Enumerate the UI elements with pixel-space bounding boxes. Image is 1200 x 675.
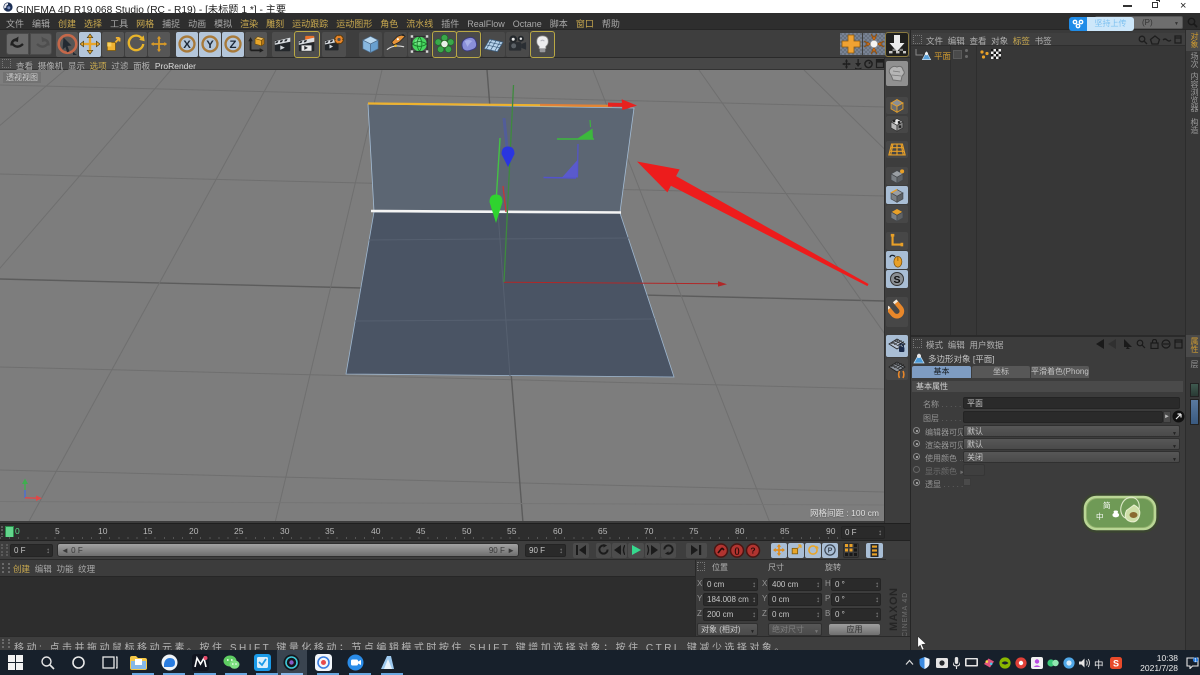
- svg-text:(): (): [734, 547, 740, 556]
- svg-text:Y: Y: [206, 39, 214, 51]
- svg-text:S: S: [1113, 659, 1119, 669]
- svg-text:CINEMA 4D: CINEMA 4D: [902, 592, 909, 637]
- svg-text:1: 1: [1194, 658, 1197, 664]
- svg-text:?: ?: [750, 546, 755, 556]
- svg-text:MAXON: MAXON: [888, 588, 900, 631]
- svg-text:S: S: [893, 274, 900, 286]
- svg-text:P: P: [828, 547, 833, 555]
- svg-text:X: X: [183, 39, 191, 51]
- svg-text:简: 简: [1103, 500, 1111, 510]
- svg-text:Z: Z: [230, 39, 237, 51]
- svg-text:中: 中: [1096, 511, 1104, 521]
